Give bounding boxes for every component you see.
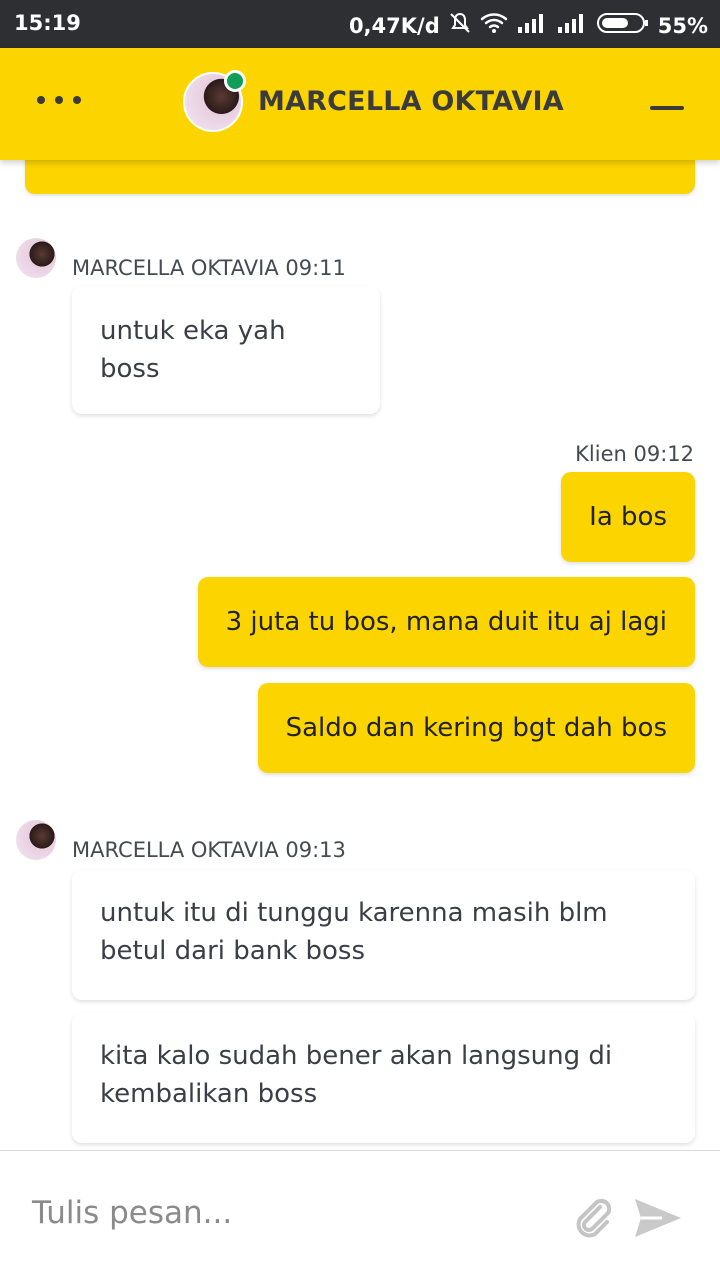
minimize-icon[interactable]: [650, 106, 684, 110]
signal-icon: [556, 12, 588, 39]
signal-icon: [516, 12, 548, 39]
wifi-icon: [480, 12, 508, 39]
message-composer: Tulis pesan...: [0, 1150, 720, 1280]
battery-icon: [596, 11, 650, 40]
message-input[interactable]: Tulis pesan...: [32, 1195, 232, 1231]
chat-messages[interactable]: MARCELLA OKTAVIA 09:11 untuk eka yah bos…: [0, 160, 720, 1150]
chat-header: MARCELLA OKTAVIA: [0, 48, 720, 160]
message-bubble-out: Ia bos: [561, 472, 695, 562]
message-bubble-in: untuk itu di tunggu karenna masih blm be…: [72, 870, 695, 1000]
battery-percent: 55%: [657, 13, 708, 38]
status-time: 15:19: [14, 11, 81, 35]
paperclip-icon[interactable]: [570, 1193, 616, 1239]
message-bubble-out: 3 juta tu bos, mana duit itu aj lagi: [197, 577, 695, 667]
message-bubble-out: Saldo dan kering bgt dah bos: [257, 683, 695, 773]
online-status-icon: [224, 70, 246, 92]
message-bubble-in: kita kalo sudah bener akan langsung di k…: [72, 1013, 695, 1143]
agent-avatar: [16, 238, 56, 278]
agent-avatar: [16, 820, 56, 860]
status-bar: 15:19 0,47K/d 55%: [0, 0, 720, 48]
network-speed: 0,47K/d: [348, 13, 440, 38]
status-icons: 0,47K/d 55%: [341, 11, 708, 40]
message-meta: Klien 09:12: [575, 442, 694, 466]
message-meta: MARCELLA OKTAVIA 09:13: [72, 838, 346, 862]
message-bubble-in: untuk eka yah boss: [72, 286, 380, 414]
message-meta: MARCELLA OKTAVIA 09:11: [72, 256, 346, 280]
agent-name-title: MARCELLA OKTAVIA: [258, 86, 564, 117]
send-icon[interactable]: [632, 1195, 684, 1241]
mute-bell-icon: [448, 11, 472, 40]
more-dots-icon[interactable]: [37, 96, 81, 104]
message-bubble-out: [25, 160, 695, 194]
